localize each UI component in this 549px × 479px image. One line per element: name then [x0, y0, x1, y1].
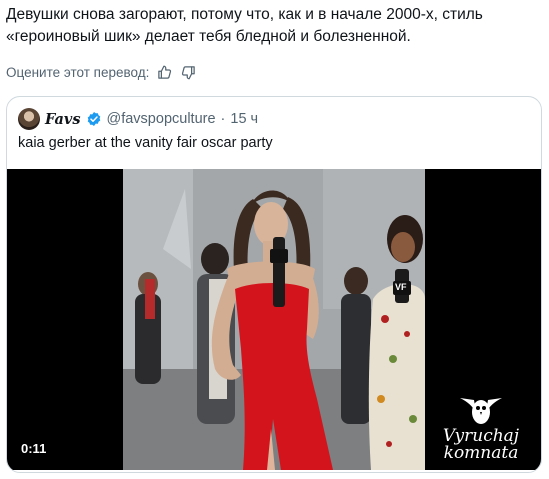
mic-flag-label: VF	[395, 282, 407, 292]
thumbs-up-button[interactable]	[155, 63, 173, 81]
separator-dot: ·	[220, 111, 226, 127]
rate-translation-row: Оцените этот перевод:	[6, 62, 197, 82]
quoted-tweet-text: kaia gerber at the vanity fair oscar par…	[18, 135, 273, 151]
watermark-logo: Vyruchaj komnata	[431, 388, 531, 462]
video-scene-image	[123, 169, 425, 470]
watermark-line-2: komnata	[443, 443, 519, 463]
thumbs-down-button[interactable]	[179, 63, 197, 81]
video-frame: VF	[123, 169, 425, 470]
tweet-timestamp[interactable]: 15 ч	[230, 111, 258, 127]
rate-translation-label: Оцените этот перевод:	[6, 64, 150, 80]
owl-icon	[460, 398, 502, 424]
post-translated-text: Девушки снова загорают, потому что, как …	[6, 6, 483, 45]
avatar[interactable]	[18, 108, 40, 130]
video-player[interactable]: VF 0:11 Vyruchaj komnata	[7, 169, 541, 470]
author-name[interactable]: Favs	[45, 111, 81, 128]
author-handle[interactable]: @favspopculture	[107, 111, 216, 127]
quoted-tweet-header: Favs @favspopculture · 15 ч	[18, 108, 258, 130]
verified-badge-icon	[86, 111, 102, 127]
thumbs-down-icon	[181, 65, 195, 79]
video-duration: 0:11	[21, 441, 47, 456]
quoted-tweet-card[interactable]: Favs @favspopculture · 15 ч kaia gerber …	[6, 96, 542, 473]
thumbs-up-icon	[158, 65, 171, 79]
